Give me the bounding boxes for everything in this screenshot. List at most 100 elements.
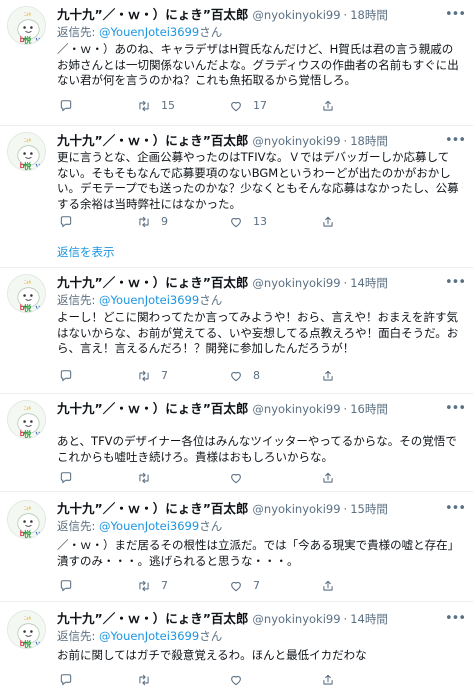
separator-dot: · bbox=[343, 8, 348, 22]
tweet[interactable]: 九十九”／・ｗ・）にょき”百太郎 @nyokinyoki99 · 18時間 ••• … bbox=[0, 0, 473, 126]
retweet-button[interactable]: 9 bbox=[137, 214, 168, 230]
user-handle[interactable]: @nyokinyoki99 bbox=[252, 502, 340, 516]
reply-button[interactable] bbox=[59, 368, 83, 384]
reply-suffix: さん bbox=[199, 25, 223, 39]
avatar[interactable] bbox=[7, 610, 46, 649]
avatar[interactable] bbox=[7, 6, 46, 45]
show-replies-link[interactable]: 返信を表示 bbox=[57, 244, 115, 260]
tweet-actions: 9 13 bbox=[57, 214, 417, 230]
timestamp[interactable]: 15時間 bbox=[350, 502, 388, 516]
reply-button[interactable] bbox=[59, 578, 83, 594]
display-name[interactable]: 九十九”／・ｗ・）にょき”百太郎 bbox=[57, 611, 248, 626]
user-handle[interactable]: @nyokinyoki99 bbox=[252, 612, 340, 626]
tweet-header: 九十九”／・ｗ・）にょき”百太郎 @nyokinyoki99 · 14時間 bbox=[57, 610, 463, 628]
avatar[interactable] bbox=[7, 274, 46, 313]
retweet-icon bbox=[137, 99, 151, 113]
share-button[interactable] bbox=[321, 98, 335, 114]
share-button[interactable] bbox=[321, 368, 335, 384]
reply-button[interactable] bbox=[59, 98, 83, 114]
share-icon bbox=[321, 99, 335, 113]
timestamp[interactable]: 18時間 bbox=[350, 8, 388, 22]
timestamp[interactable]: 14時間 bbox=[350, 276, 388, 290]
more-horizontal-icon[interactable]: ••• bbox=[445, 7, 466, 23]
user-handle[interactable]: @nyokinyoki99 bbox=[252, 8, 340, 22]
timestamp[interactable]: 18時間 bbox=[350, 134, 388, 148]
heart-icon bbox=[229, 673, 243, 687]
more-horizontal-icon[interactable]: ••• bbox=[445, 133, 466, 149]
share-icon bbox=[321, 579, 335, 593]
tweet-text: ／・ｗ・）まだ居るその根性は立派だ。では「今ある現実で貴様の嘘と存在」潰すのみ・… bbox=[57, 538, 454, 568]
reply-button[interactable] bbox=[59, 470, 83, 486]
separator-dot: · bbox=[343, 502, 348, 516]
heart-icon bbox=[229, 579, 243, 593]
tweet-text: よーし！どこに関わってたか言ってみようや！おら、言えや！おまえを許す気はないから… bbox=[57, 310, 459, 355]
heart-icon bbox=[229, 369, 243, 383]
separator-dot: · bbox=[343, 276, 348, 290]
like-button[interactable]: 13 bbox=[229, 214, 267, 230]
reply-suffix: さん bbox=[199, 519, 223, 533]
share-icon bbox=[321, 471, 335, 485]
like-button[interactable] bbox=[229, 672, 253, 688]
more-horizontal-icon[interactable]: ••• bbox=[445, 501, 466, 517]
retweet-count: 15 bbox=[161, 99, 175, 112]
reply-button[interactable] bbox=[59, 214, 83, 230]
share-button[interactable] bbox=[321, 214, 335, 230]
timestamp[interactable]: 14時間 bbox=[350, 612, 388, 626]
tweet-text: お前に関してはガチで殺意覚えるわ。ほんと最低イカだわな bbox=[57, 648, 367, 662]
avatar[interactable] bbox=[7, 132, 46, 171]
more-horizontal-icon[interactable]: ••• bbox=[445, 401, 466, 417]
timestamp[interactable]: 16時間 bbox=[350, 402, 388, 416]
reply-mention[interactable]: @YouenJotei3699 bbox=[99, 293, 199, 307]
avatar[interactable] bbox=[7, 400, 46, 439]
retweet-button[interactable] bbox=[137, 470, 161, 486]
reply-mention[interactable]: @YouenJotei3699 bbox=[99, 25, 199, 39]
retweet-icon bbox=[137, 369, 151, 383]
tweet[interactable]: 九十九”／・ｗ・）にょき”百太郎 @nyokinyoki99 · 16時間 ••• … bbox=[0, 394, 473, 492]
tweet-text: 更に言うとな、企画公募やったのはTFIVな。Ｖではデバッガーしか応募してない。そ… bbox=[57, 150, 459, 211]
display-name[interactable]: 九十九”／・ｗ・）にょき”百太郎 bbox=[57, 7, 248, 22]
reply-icon bbox=[59, 579, 73, 593]
like-button[interactable]: 8 bbox=[229, 368, 260, 384]
retweet-button[interactable]: 15 bbox=[137, 98, 175, 114]
like-button[interactable]: 7 bbox=[229, 578, 260, 594]
reply-mention[interactable]: @YouenJotei3699 bbox=[99, 629, 199, 643]
like-button[interactable] bbox=[229, 470, 253, 486]
reply-icon bbox=[59, 673, 73, 687]
retweet-icon bbox=[137, 673, 151, 687]
reply-button[interactable] bbox=[59, 672, 83, 688]
retweet-button[interactable]: 7 bbox=[137, 368, 168, 384]
tweet[interactable]: 九十九”／・ｗ・）にょき”百太郎 @nyokinyoki99 · 14時間 ••• … bbox=[0, 602, 473, 696]
more-horizontal-icon[interactable]: ••• bbox=[445, 275, 466, 291]
user-handle[interactable]: @nyokinyoki99 bbox=[252, 134, 340, 148]
display-name[interactable]: 九十九”／・ｗ・）にょき”百太郎 bbox=[57, 501, 248, 516]
tweet-header: 九十九”／・ｗ・）にょき”百太郎 @nyokinyoki99 · 16時間 bbox=[57, 400, 463, 418]
display-name[interactable]: 九十九”／・ｗ・）にょき”百太郎 bbox=[57, 275, 248, 290]
retweet-button[interactable] bbox=[137, 672, 161, 688]
reply-mention[interactable]: @YouenJotei3699 bbox=[99, 519, 199, 533]
like-button[interactable]: 17 bbox=[229, 98, 267, 114]
display-name[interactable]: 九十九”／・ｗ・）にょき”百太郎 bbox=[57, 401, 248, 416]
reply-context: 返信先: @YouenJotei3699さん bbox=[57, 292, 222, 308]
tweet-actions: 7 8 bbox=[57, 368, 417, 384]
retweet-count: 9 bbox=[161, 215, 168, 228]
tweet[interactable]: 九十九”／・ｗ・）にょき”百太郎 @nyokinyoki99 · 14時間 ••• … bbox=[0, 268, 473, 394]
heart-icon bbox=[229, 99, 243, 113]
like-count: 17 bbox=[253, 99, 267, 112]
share-icon bbox=[321, 215, 335, 229]
share-button[interactable] bbox=[321, 672, 335, 688]
separator-dot: · bbox=[343, 134, 348, 148]
retweet-button[interactable]: 7 bbox=[137, 578, 168, 594]
avatar[interactable] bbox=[7, 500, 46, 539]
more-horizontal-icon[interactable]: ••• bbox=[445, 611, 466, 627]
share-button[interactable] bbox=[321, 470, 335, 486]
share-button[interactable] bbox=[321, 578, 335, 594]
tweet[interactable]: 九十九”／・ｗ・）にょき”百太郎 @nyokinyoki99 · 18時間 ••• … bbox=[0, 126, 473, 268]
tweet[interactable]: 九十九”／・ｗ・）にょき”百太郎 @nyokinyoki99 · 15時間 ••• … bbox=[0, 492, 473, 602]
retweet-icon bbox=[137, 215, 151, 229]
display-name[interactable]: 九十九”／・ｗ・）にょき”百太郎 bbox=[57, 133, 248, 148]
user-handle[interactable]: @nyokinyoki99 bbox=[252, 276, 340, 290]
reply-icon bbox=[59, 215, 73, 229]
tweet-header: 九十九”／・ｗ・）にょき”百太郎 @nyokinyoki99 · 18時間 bbox=[57, 132, 463, 150]
user-handle[interactable]: @nyokinyoki99 bbox=[252, 402, 340, 416]
tweet-header: 九十九”／・ｗ・）にょき”百太郎 @nyokinyoki99 · 14時間 bbox=[57, 274, 463, 292]
